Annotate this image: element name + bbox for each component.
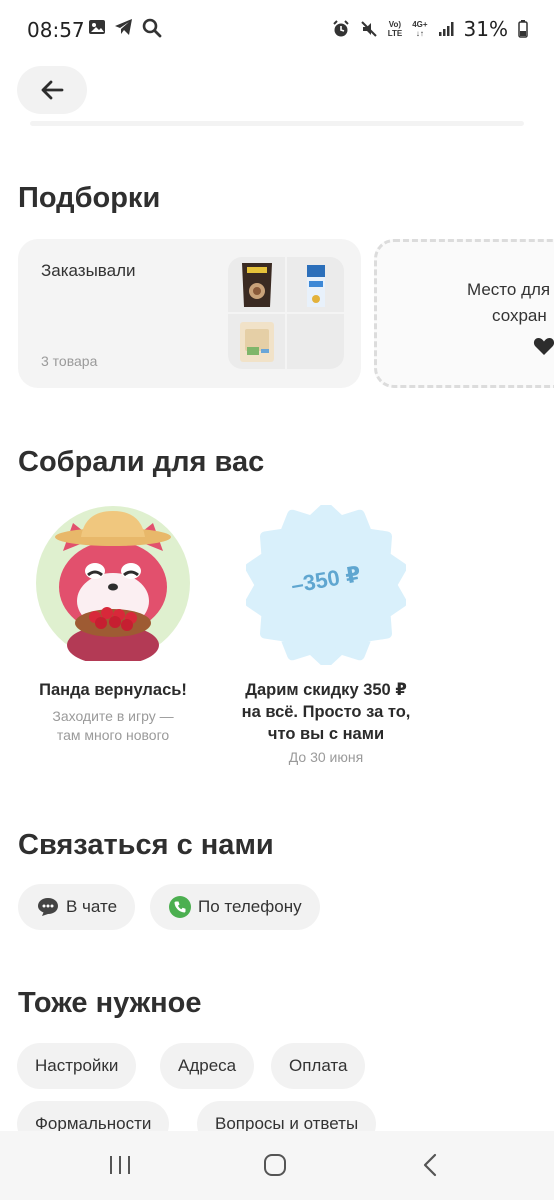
promo-discount-title: Дарим скидку 350 ₽ на всё. Просто за то,… (222, 679, 430, 745)
status-right-icons: Vo) LTE 4G+ ↓↑ 31% (332, 17, 528, 41)
recent-apps-button[interactable] (100, 1149, 140, 1181)
system-nav-bar (0, 1131, 554, 1200)
promo-discount-title-line1: Дарим скидку 350 ₽ (245, 681, 407, 699)
payment-label: Оплата (289, 1056, 348, 1075)
promo-panda-subtitle-line1: Заходите в игру — (52, 708, 174, 724)
milk-carton-icon (306, 264, 325, 307)
chat-contact-label: В чате (66, 897, 118, 916)
phone-icon (168, 895, 192, 919)
product-thumb-empty (287, 314, 344, 369)
chat-bubble-icon (36, 895, 60, 919)
promo-panda-card[interactable]: Панда вернулась! Заходите в игру — там м… (18, 505, 208, 745)
mute-icon (360, 21, 377, 37)
cheese-package-icon (239, 321, 274, 362)
save-placeholder-line2: сохран (492, 306, 547, 325)
product-thumb-cheese (228, 314, 285, 369)
for-you-title: Собрали для вас (18, 446, 265, 478)
phone-contact-label: По телефону (198, 897, 302, 916)
heart-icon (533, 338, 554, 355)
battery-percent: 31% (463, 17, 508, 41)
ordered-collection-card[interactable]: Заказывали 3 товара (18, 239, 361, 388)
alarm-icon (332, 20, 349, 37)
promo-panda-subtitle-line2: там много нового (56, 727, 170, 743)
divider (30, 121, 524, 126)
status-bar: 08:57 Vo) LTE 4G+ ↓↑ 31% (0, 0, 554, 60)
phone-contact-button[interactable]: По телефону (150, 884, 320, 930)
collection-thumbnails (228, 257, 344, 369)
collection-title: Заказывали (41, 261, 136, 280)
addresses-button[interactable]: Адреса (160, 1043, 255, 1089)
save-placeholder-card[interactable]: Место для сохран (374, 239, 554, 388)
network-indicator: 4G+ ↓↑ (412, 20, 428, 38)
save-placeholder-line1: Место для (467, 280, 551, 299)
promo-discount-title-line2: на всё. Просто за то, (241, 703, 411, 721)
volte-indicator: Vo) LTE (387, 20, 403, 38)
panda-illustration (36, 506, 190, 661)
settings-label: Настройки (35, 1056, 119, 1075)
status-time: 08:57 (27, 18, 85, 42)
status-notification-icons (88, 18, 162, 38)
promo-discount-date: До 30 июня (288, 749, 364, 765)
contact-title: Связаться с нами (18, 829, 274, 861)
battery-icon (518, 20, 528, 38)
search-icon (142, 18, 162, 38)
payment-button[interactable]: Оплата (271, 1043, 366, 1089)
collections-title: Подборки (18, 182, 161, 214)
promo-panda-subtitle: Заходите в игру — там много нового (18, 707, 208, 745)
chevron-left-icon (423, 1153, 437, 1177)
product-thumb-milk (287, 257, 344, 312)
home-button[interactable] (255, 1149, 295, 1181)
collection-count: 3 товара (41, 353, 98, 369)
promo-panda-title: Панда вернулась! (39, 681, 187, 699)
home-icon (264, 1154, 286, 1176)
signal-icon (438, 22, 454, 36)
back-button[interactable] (17, 66, 87, 114)
telegram-icon (115, 19, 132, 35)
system-back-button[interactable] (410, 1149, 450, 1181)
recent-apps-icon (110, 1156, 130, 1174)
snack-package-icon (241, 262, 272, 307)
discount-badge: –350 ₽ (246, 505, 406, 665)
chat-contact-button[interactable]: В чате (18, 884, 136, 930)
addresses-label: Адреса (178, 1056, 237, 1075)
product-thumb-snack (228, 257, 285, 312)
promo-discount-title-line3: что вы с нами (267, 725, 385, 743)
promo-discount-card[interactable]: –350 ₽ Дарим скидку 350 ₽ на всё. Просто… (222, 505, 430, 765)
gallery-icon (89, 20, 105, 34)
arrow-left-icon (41, 80, 64, 100)
settings-button[interactable]: Настройки (17, 1043, 137, 1089)
also-title: Тоже нужное (18, 987, 202, 1019)
